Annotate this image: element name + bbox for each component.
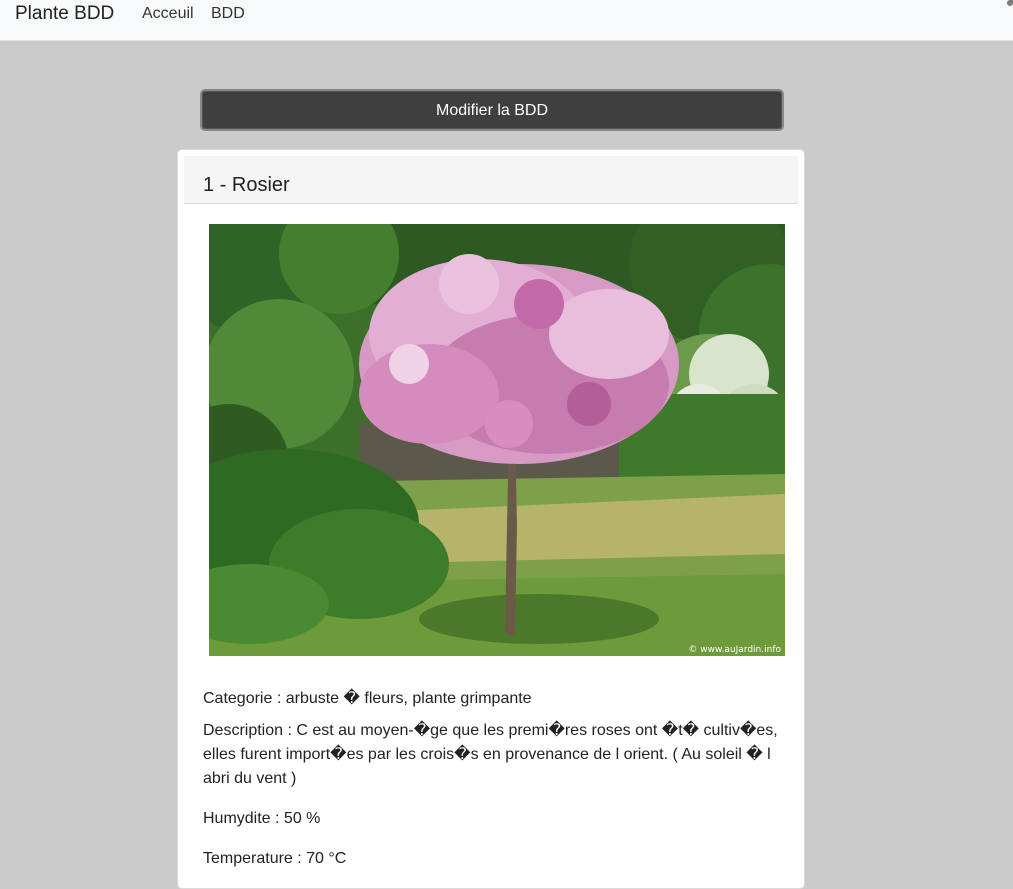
modify-bdd-button[interactable]: Modifier la BDD	[200, 89, 784, 131]
card-header: 1 - Rosier	[184, 156, 798, 204]
plant-card: 1 - Rosier © www.auJardin.info Categorie…	[177, 149, 805, 889]
plant-description: Description : C est au moyen-�ge que les…	[203, 722, 778, 787]
plant-temperature: Temperature : 70 °C	[203, 850, 347, 867]
nav-link-bdd[interactable]: BDD	[211, 5, 245, 23]
photo-watermark: © www.auJardin.info	[688, 645, 781, 655]
plant-photo: © www.auJardin.info	[209, 224, 785, 656]
navbar-brand[interactable]: Plante BDD	[15, 3, 114, 25]
top-navbar: Plante BDD Acceuil BDD	[0, 0, 1013, 41]
scrollbar-thumb[interactable]	[1007, 0, 1013, 6]
plant-title: 1 - Rosier	[203, 174, 290, 196]
nav-link-acceuil[interactable]: Acceuil	[142, 5, 194, 23]
plant-category: Categorie : arbuste � fleurs, plante gri…	[203, 690, 532, 707]
plant-humidity: Humydite : 50 %	[203, 810, 321, 827]
